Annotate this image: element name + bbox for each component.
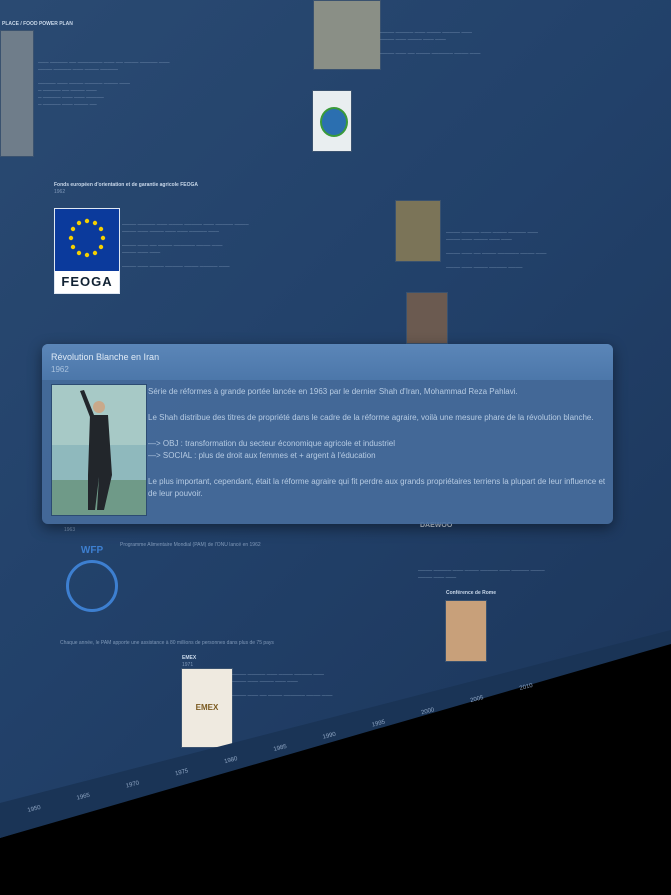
- timeline-tick-label: 1950: [27, 805, 42, 814]
- popup-bullet-1: —> OBJ : transformation du secteur écono…: [148, 439, 396, 448]
- popup-paragraph-3: Le plus important, cependant, était la r…: [148, 477, 606, 498]
- timeline-scene: PLACE / FOOD POWER PLAN ─── ───── ── ───…: [0, 0, 671, 895]
- popup-header: Révolution Blanche en Iran 1962: [42, 344, 613, 380]
- timeline-tick-label: 1970: [125, 780, 140, 789]
- popup-year: 1962: [51, 365, 69, 374]
- timeline-tick-label: 2000: [421, 707, 436, 716]
- event-detail-popup[interactable]: Révolution Blanche en Iran 1962 Série de…: [42, 344, 613, 524]
- popup-bullet-2: —> SOCIAL : plus de droit aux femmes et …: [148, 451, 376, 460]
- popup-body: Série de réformes à grande portée lancée…: [148, 386, 606, 514]
- popup-paragraph-1: Série de réformes à grande portée lancée…: [148, 387, 518, 396]
- shah-figure-image: [52, 385, 146, 515]
- popup-title: Révolution Blanche en Iran: [51, 352, 160, 362]
- timeline-tick-label: 2005: [470, 695, 485, 704]
- timeline-tick-label: 1975: [175, 768, 190, 777]
- timeline-tick-label: 1995: [371, 719, 386, 728]
- popup-paragraph-2: Le Shah distribue des titres de propriét…: [148, 413, 594, 422]
- timeline-tick-label: 1980: [224, 756, 239, 765]
- timeline-tick-label: 1985: [273, 744, 288, 753]
- shah-photo[interactable]: [51, 384, 147, 516]
- timeline-tick-label: 1965: [76, 793, 91, 802]
- timeline-tick-label: 1990: [322, 732, 337, 741]
- timeline-tick-label: 2010: [519, 683, 534, 692]
